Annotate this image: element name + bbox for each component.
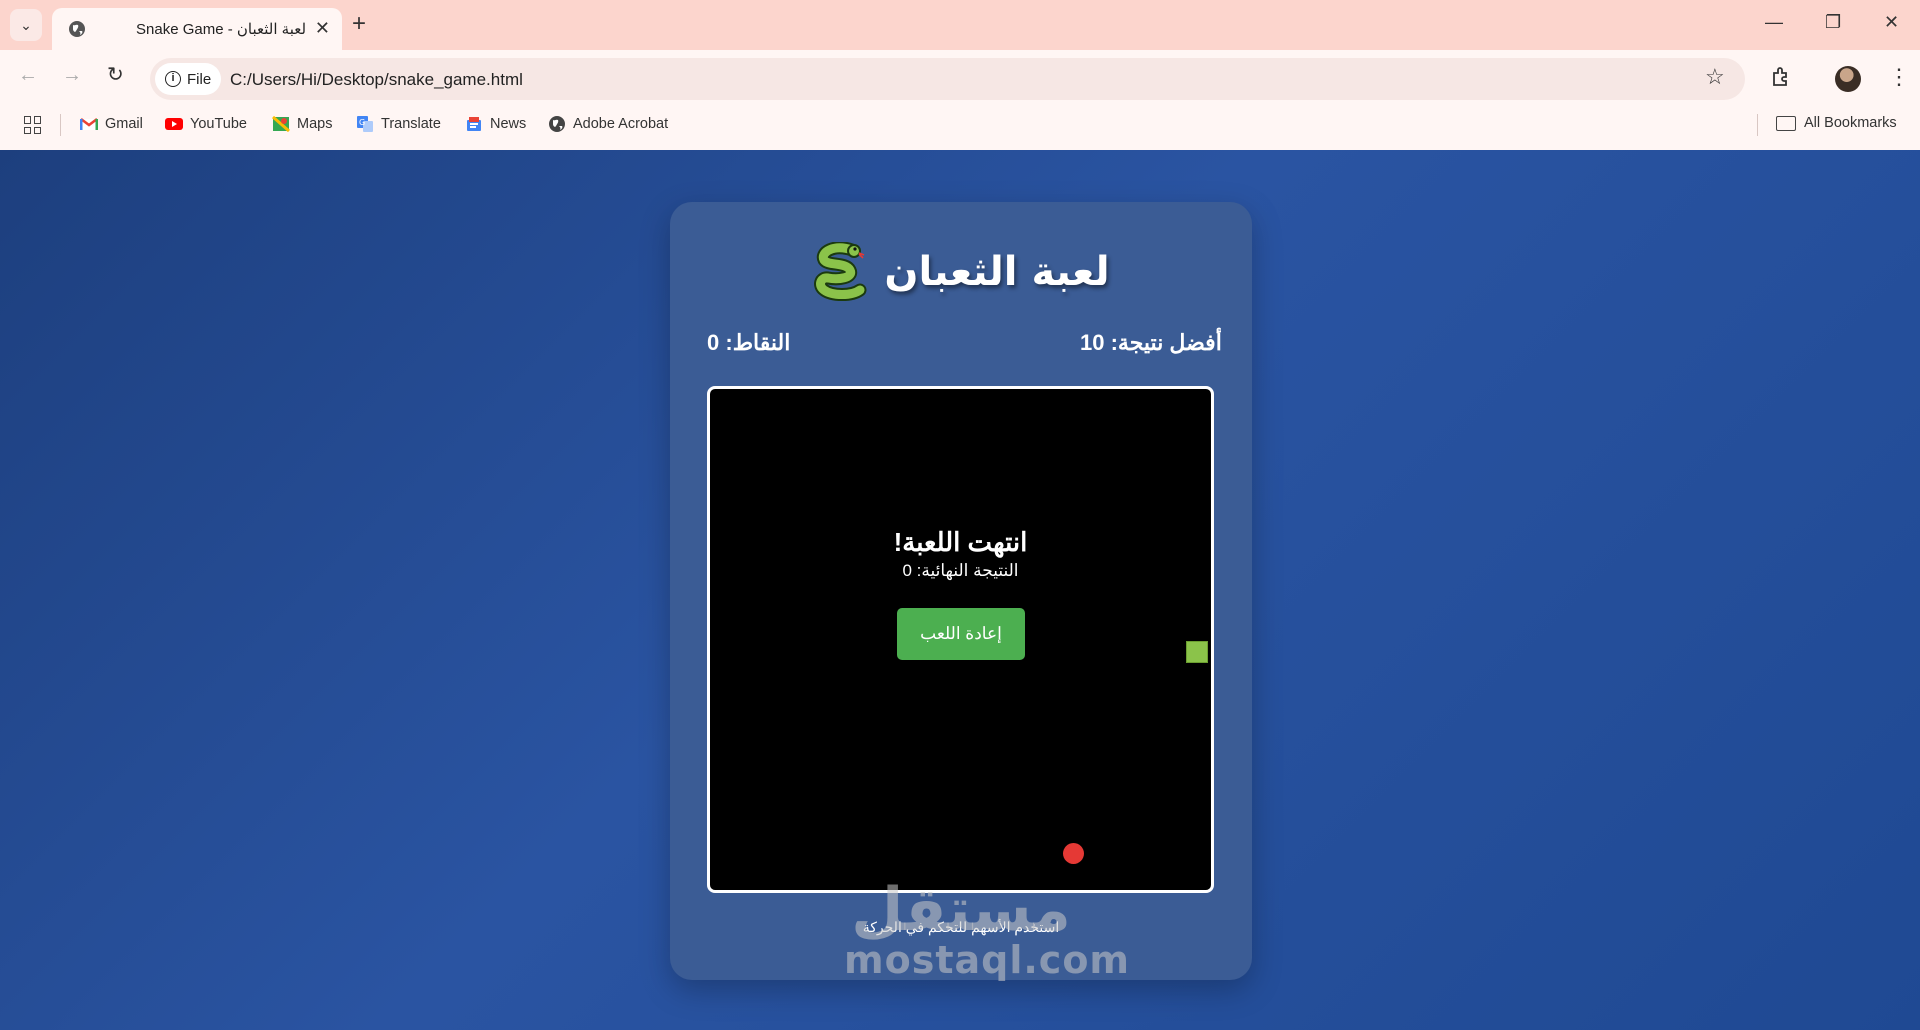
bookmarks-divider [60,114,61,136]
forward-arrow-icon[interactable]: → [62,65,82,85]
game-card: لعبة الثعبان أفضل نتيجة: 10 النقاط: 0 ان… [670,202,1252,980]
active-tab[interactable]: Snake Game - لعبة الثعبان ✕ [52,8,342,50]
site-info-chip[interactable]: i File [155,63,222,95]
watermark-latin: mostaql.com [844,938,1131,982]
url-text[interactable]: C:/Users/Hi/Desktop/snake_game.html [230,70,523,90]
bookmark-translate[interactable]: G Translate [356,115,441,133]
final-score: النتيجة النهائية: 0 [902,561,1019,580]
chevron-down-icon: ⌄ [20,16,32,33]
news-icon [467,117,481,131]
back-arrow-icon[interactable]: ← [18,65,38,85]
game-over-title: انتهت اللعبة! [893,527,1028,557]
minimize-icon[interactable]: — [1765,12,1783,33]
game-board[interactable]: انتهت اللعبة! النتيجة النهائية: 0 إعادة … [707,386,1214,893]
bookmark-label: YouTube [190,116,247,132]
game-title: لعبة الثعبان [670,242,1252,302]
bookmark-youtube[interactable]: YouTube [165,115,247,133]
bookmarks-divider [1757,114,1758,136]
bookmark-label: Translate [381,116,441,132]
tab-search-button[interactable]: ⌄ [10,9,42,41]
profile-avatar[interactable] [1835,66,1861,92]
restore-icon[interactable]: ❐ [1825,12,1841,33]
tab-title: Snake Game - لعبة الثعبان [136,21,307,38]
food-apple [1063,843,1084,864]
translate-icon: G [357,116,373,132]
reload-icon[interactable]: ↻ [107,65,124,85]
youtube-icon [165,118,183,130]
close-tab-icon[interactable]: ✕ [315,19,330,37]
best-score: أفضل نتيجة: 10 [1080,330,1222,355]
bookmark-label: Adobe Acrobat [573,116,669,132]
info-icon: i [165,71,181,87]
all-bookmarks-button[interactable]: All Bookmarks [1776,115,1897,131]
folder-icon [1776,115,1796,131]
gmail-icon [80,118,98,130]
bookmark-star-icon[interactable]: ☆ [1705,66,1725,88]
current-score: النقاط: 0 [707,330,791,355]
globe-icon [549,116,565,132]
new-tab-button[interactable]: + [352,12,366,36]
apps-grid-icon[interactable] [24,116,42,134]
bookmark-label: Gmail [105,116,143,132]
bookmark-gmail[interactable]: Gmail [80,115,143,133]
globe-icon [69,21,85,37]
svg-text:G: G [359,118,365,127]
bookmark-label: News [490,116,527,132]
all-bookmarks-label: All Bookmarks [1804,115,1897,131]
mostaql-watermark: مستقل mostaql.com [844,875,1131,982]
bookmark-adobe-acrobat[interactable]: Adobe Acrobat [548,115,668,133]
more-menu-icon[interactable]: ⋮ [1888,66,1910,88]
restart-button[interactable]: إعادة اللعب [897,608,1025,660]
snake-icon [814,242,867,301]
bookmark-news[interactable]: News [465,115,526,133]
site-info-label: File [187,70,212,88]
bookmark-maps[interactable]: Maps [272,115,332,133]
window-close-icon[interactable]: ✕ [1884,12,1899,33]
maps-icon [272,115,290,133]
game-title-text: لعبة الثعبان [884,249,1110,295]
snake-segment [1186,641,1208,663]
extensions-icon[interactable] [1770,66,1792,94]
bookmark-label: Maps [297,116,333,132]
watermark-arabic: مستقل [851,875,1071,945]
